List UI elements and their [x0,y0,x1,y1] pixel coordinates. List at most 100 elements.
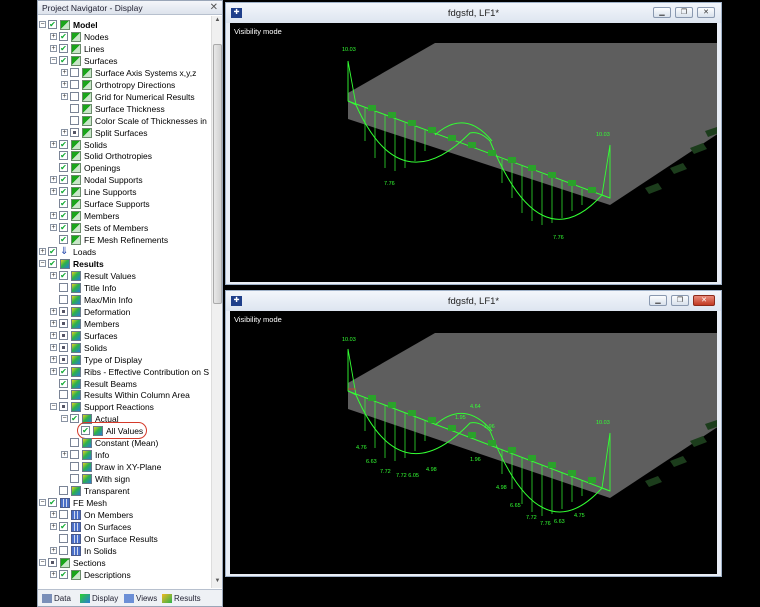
minimize-button[interactable]: ▁ [649,295,667,306]
tree-item[interactable]: + Grid for Numerical Results [38,91,210,103]
tree-item[interactable]: − ✔ Surfaces [38,55,210,67]
tree-item[interactable]: Draw in XY-Plane [38,461,210,473]
graphics-viewport[interactable]: Visibility mode [230,311,717,574]
collapse-icon[interactable]: − [50,403,57,411]
tree-item-checkbox[interactable]: ✔ [59,211,68,221]
tree-item[interactable]: + ✔ Lines [38,43,210,55]
tab-display[interactable]: Display [80,592,118,605]
tree-item-checkbox[interactable] [70,115,79,125]
tree-item-checkbox[interactable] [59,330,68,340]
expand-icon[interactable]: + [50,510,57,518]
tree-item-checkbox[interactable] [59,390,68,400]
tree-item[interactable]: + Deformation [38,306,210,318]
tree-item[interactable]: ✔ Openings [38,162,210,174]
tree-item[interactable]: ✔ Surface Supports [38,198,210,210]
collapse-icon[interactable]: − [39,21,46,28]
tree-item[interactable]: + Members [38,318,210,330]
expand-icon[interactable]: + [50,319,57,327]
expand-icon[interactable]: + [61,451,68,459]
tree-item[interactable]: Results Within Column Area [38,389,210,401]
tree-item-checkbox[interactable]: ✔ [48,247,57,257]
tree-item[interactable]: + Split Surfaces [38,127,210,139]
tree-item[interactable]: Surface Thickness [38,103,210,115]
expand-icon[interactable]: + [50,176,57,184]
tree-item-checkbox[interactable]: ✔ [59,31,68,41]
tree-item[interactable]: + ✔ Line Supports [38,186,210,198]
tree-item[interactable]: − Sections [38,557,210,569]
tree-item-checkbox[interactable] [70,67,79,77]
tree-item[interactable]: + ✔ On Surfaces [38,521,210,533]
tree-item-checkbox[interactable] [70,438,79,448]
tree-item[interactable]: Max/Min Info [38,294,210,306]
tree-item[interactable]: + ✔ Ribs - Effective Contribution on S [38,366,210,378]
tree-item[interactable]: + ✔ Members [38,210,210,222]
expand-icon[interactable]: + [50,212,57,220]
tree-item[interactable]: + Surfaces [38,330,210,342]
tree-item-checkbox[interactable]: ✔ [59,43,68,53]
tree-item-checkbox[interactable]: ✔ [59,187,68,197]
tree-item-checkbox[interactable]: ✔ [59,163,68,173]
tree-item-checkbox[interactable]: ✔ [59,235,68,245]
tree-item-checkbox[interactable]: ✔ [59,139,68,149]
tree-item-checkbox[interactable]: ✔ [59,366,68,376]
tree-item-checkbox[interactable] [59,282,68,292]
expand-icon[interactable]: + [50,188,57,196]
expand-icon[interactable]: + [50,271,57,279]
tree-item[interactable]: + ✔ Result Values [38,270,210,282]
tree-item[interactable]: + Orthotropy Directions [38,79,210,91]
collapse-icon[interactable]: − [39,499,46,506]
scroll-up-icon[interactable]: ▲ [213,17,222,26]
expand-icon[interactable]: + [50,307,57,315]
expand-icon[interactable]: + [50,570,57,578]
tree-item[interactable]: Title Info [38,282,210,294]
tree-item[interactable]: Constant (Mean) [38,437,210,449]
tree-item-checkbox[interactable] [59,545,68,555]
tree-item-checkbox[interactable] [59,294,68,304]
close-button[interactable]: ✕ [693,295,715,306]
tree-item-checkbox[interactable]: ✔ [48,498,57,507]
tree-item-checkbox[interactable]: ✔ [59,223,68,233]
tree-item-checkbox[interactable] [59,509,68,519]
tree-item-checkbox[interactable] [70,127,79,137]
tree-item-checkbox[interactable] [59,533,68,543]
tree-item[interactable]: Color Scale of Thicknesses in [38,115,210,127]
tree-item[interactable]: + ✔ Descriptions [38,569,210,581]
tree-item[interactable]: ✔ All Values [38,422,210,440]
tree-item[interactable]: ✔ FE Mesh Refinements [38,234,210,246]
expand-icon[interactable]: + [50,522,57,530]
tree-item-checkbox[interactable]: ✔ [59,521,68,531]
expand-icon[interactable]: + [61,80,68,88]
tree-item[interactable]: + Type of Display [38,354,210,366]
tree-item[interactable]: − ✔ FE Mesh [38,497,210,509]
tree-item-checkbox[interactable] [48,557,57,567]
tree-item-checkbox[interactable]: ✔ [59,199,68,209]
tree-item[interactable]: − Support Reactions [38,401,210,413]
expand-icon[interactable]: + [50,546,57,554]
tree-item[interactable]: With sign [38,473,210,485]
tab-views[interactable]: Views [124,592,157,605]
expand-icon[interactable]: + [50,32,57,40]
tree-item[interactable]: ✔ Solid Orthotropies [38,150,210,162]
expand-icon[interactable]: + [50,367,57,375]
tree-item-checkbox[interactable] [59,486,68,496]
tree-item-checkbox[interactable] [70,91,79,101]
expand-icon[interactable]: + [61,68,68,76]
tree-item-checkbox[interactable] [59,318,68,328]
tree-item[interactable]: + In Solids [38,545,210,557]
tree-item-checkbox[interactable] [59,354,68,364]
expand-icon[interactable]: + [39,248,46,256]
collapse-icon[interactable]: − [39,260,46,267]
tree-item-checkbox[interactable]: ✔ [48,259,57,268]
tab-results[interactable]: Results [162,592,201,605]
collapse-icon[interactable]: − [50,56,57,64]
expand-icon[interactable]: + [50,355,57,363]
expand-icon[interactable]: + [50,44,57,52]
expand-icon[interactable]: + [61,92,68,100]
tree-item[interactable]: On Surface Results [38,533,210,545]
restore-button[interactable]: ❐ [671,295,689,306]
tree-item-checkbox[interactable] [59,342,68,352]
tab-data[interactable]: Data [42,592,71,605]
tree-item[interactable]: + Solids [38,342,210,354]
tree-item-checkbox[interactable] [59,306,68,316]
expand-icon[interactable]: + [50,224,57,232]
